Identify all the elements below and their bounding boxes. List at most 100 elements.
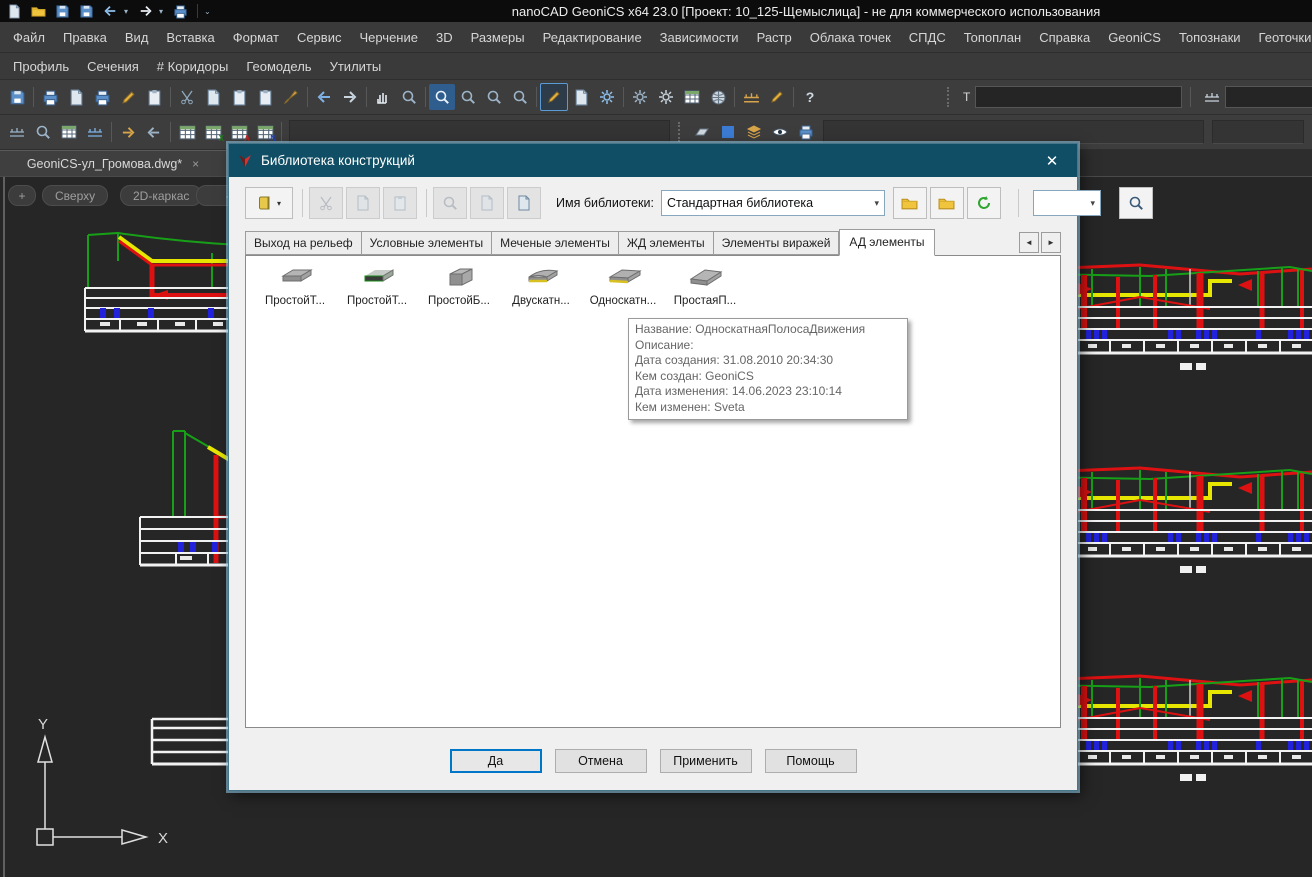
zoom-dynamic-icon[interactable] [396, 84, 422, 110]
dimension-area-icon[interactable] [56, 119, 82, 145]
dialog-close-icon[interactable]: ✕ [1035, 144, 1069, 177]
save-icon[interactable] [4, 84, 30, 110]
preview-search-icon[interactable] [1119, 187, 1153, 219]
tab-road-elements[interactable]: АД элементы [839, 229, 934, 256]
document-tab[interactable]: GeoniCS-ул_Громова.dwg* × [0, 150, 226, 176]
library-item-simple-curb[interactable]: ПростойБ... [418, 266, 500, 307]
copy-icon[interactable] [200, 84, 226, 110]
edit-drawing-icon[interactable] [115, 84, 141, 110]
library-item-simple-plate[interactable]: ПростаяП... [664, 266, 746, 307]
menu-insert[interactable]: Вставка [157, 27, 223, 48]
menu-profile[interactable]: Профиль [4, 56, 78, 77]
menu-point-clouds[interactable]: Облака точек [801, 27, 900, 48]
text-style-field[interactable] [975, 86, 1182, 108]
document-tab-close-icon[interactable]: × [192, 157, 199, 171]
menu-file[interactable]: Файл [4, 27, 54, 48]
dimension-linear-icon[interactable] [4, 119, 30, 145]
menu-format[interactable]: Формат [224, 27, 288, 48]
print-preview-icon[interactable] [63, 84, 89, 110]
visual-style-control[interactable]: 2D-каркас [120, 185, 202, 206]
redo-forward-icon[interactable] [135, 2, 156, 20]
go-forward-icon[interactable] [337, 84, 363, 110]
viewport-controls-expand[interactable]: + [8, 185, 36, 206]
cancel-button[interactable]: Отмена [555, 749, 647, 773]
tab-marked-elements[interactable]: Меченые элементы [492, 231, 619, 255]
tab-scroll-left-icon[interactable]: ◄ [1019, 232, 1039, 253]
render-globe-icon[interactable] [705, 84, 731, 110]
help-icon[interactable]: ? [797, 84, 823, 110]
menu-utilities[interactable]: Утилиты [321, 56, 391, 77]
layer-move-icon[interactable] [741, 119, 767, 145]
library-name-combobox[interactable]: Стандартная библиотека ▾ [661, 190, 885, 216]
view-direction-control[interactable]: Сверху [42, 185, 108, 206]
table-numbers-icon[interactable]: N [252, 119, 278, 145]
plot-icon[interactable] [89, 84, 115, 110]
apply-button[interactable]: Применить [660, 749, 752, 773]
toolbar-drag-handle[interactable] [678, 122, 685, 142]
tab-superelevation-elements[interactable]: Элементы виражей [714, 231, 840, 255]
settings-icon[interactable] [594, 84, 620, 110]
menu-draw[interactable]: Черчение [350, 27, 427, 48]
menu-constraints[interactable]: Зависимости [651, 27, 748, 48]
save-icon[interactable] [52, 2, 73, 20]
paste-special-icon[interactable] [252, 84, 278, 110]
format-painter-icon[interactable] [278, 84, 304, 110]
menu-view[interactable]: Вид [116, 27, 158, 48]
menu-dimensions[interactable]: Размеры [462, 27, 534, 48]
library-item-simple-sidewalk-1[interactable]: ПростойТ... [254, 266, 336, 307]
export-item-icon[interactable] [507, 187, 541, 219]
toolbar-drag-handle[interactable] [947, 87, 954, 107]
tab-railway-elements[interactable]: ЖД элементы [619, 231, 714, 255]
menu-raster[interactable]: Растр [748, 27, 801, 48]
library-item-double-slope-lane[interactable]: Двускатн... [500, 266, 582, 307]
menu-help[interactable]: Справка [1030, 27, 1099, 48]
polyline-remove-icon[interactable] [141, 119, 167, 145]
menu-corridors[interactable]: # Коридоры [148, 56, 238, 77]
menu-topoplan[interactable]: Топоплан [955, 27, 1030, 48]
menu-editing[interactable]: Редактирование [534, 27, 651, 48]
menu-geonics[interactable]: GeoniCS [1099, 27, 1170, 48]
menu-geopoints[interactable]: Геоточки [1250, 27, 1312, 48]
center-mark-icon[interactable] [82, 119, 108, 145]
library-item-simple-sidewalk-2[interactable]: ПростойТ... [336, 266, 418, 307]
draft-mode-icon[interactable] [540, 83, 568, 111]
table-autocad-icon[interactable]: A [226, 119, 252, 145]
redo-caret-icon[interactable]: ▾ [159, 7, 167, 16]
sketch-pen-icon[interactable] [764, 84, 790, 110]
print-icon[interactable] [37, 84, 63, 110]
menu-service[interactable]: Сервис [288, 27, 351, 48]
menu-geomodel[interactable]: Геомодель [237, 56, 320, 77]
library-item-single-slope-lane[interactable]: Односкатн... [582, 266, 664, 307]
dimension-tool-icon[interactable] [738, 84, 764, 110]
tab-conditional-elements[interactable]: Условные элементы [362, 231, 492, 255]
new-file-icon[interactable] [4, 2, 25, 20]
table-excel-icon[interactable]: X [200, 119, 226, 145]
tab-exit-to-relief[interactable]: Выход на рельеф [245, 231, 362, 255]
table-insert-icon[interactable] [174, 119, 200, 145]
pan-icon[interactable] [370, 84, 396, 110]
go-back-icon[interactable] [311, 84, 337, 110]
library-items-panel[interactable]: ПростойТ... ПростойТ... ПростойБ... [245, 255, 1061, 728]
print-icon[interactable] [170, 2, 191, 20]
cut-icon[interactable] [174, 84, 200, 110]
toolsets-icon[interactable] [653, 84, 679, 110]
open-library-icon[interactable] [893, 187, 927, 219]
sheet-properties-icon[interactable] [568, 84, 594, 110]
paste-icon[interactable] [226, 84, 252, 110]
menu-sections[interactable]: Сечения [78, 56, 148, 77]
visibility-eye-icon[interactable] [767, 119, 793, 145]
ok-button[interactable]: Да [450, 749, 542, 773]
scale-combobox[interactable]: ▾ [1033, 190, 1101, 216]
dimension-diameter-icon[interactable] [30, 119, 56, 145]
import-library-icon[interactable] [930, 187, 964, 219]
open-file-icon[interactable] [28, 2, 49, 20]
dialog-titlebar[interactable]: Библиотека конструкций ✕ [229, 144, 1077, 177]
menu-toposigns[interactable]: Топознаки [1170, 27, 1250, 48]
undo-back-icon[interactable] [100, 2, 121, 20]
region-tool-icon[interactable] [715, 119, 741, 145]
tab-scroll-right-icon[interactable]: ► [1041, 232, 1061, 253]
copy-sheet-icon[interactable] [141, 84, 167, 110]
zoom-object-icon[interactable] [507, 84, 533, 110]
plane-tool-icon[interactable] [689, 119, 715, 145]
modules-icon[interactable] [627, 84, 653, 110]
